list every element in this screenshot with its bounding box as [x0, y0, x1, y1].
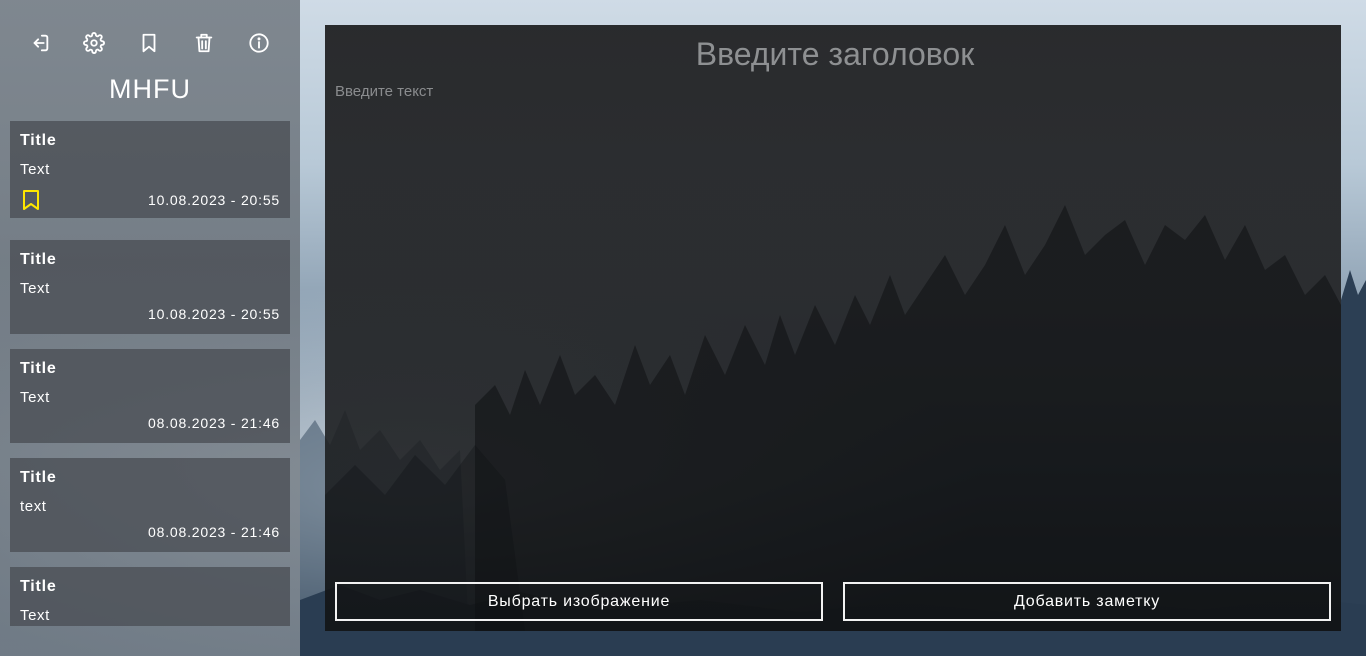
note-card[interactable]: Title text 08.08.2023 - 21:46	[10, 458, 290, 552]
note-editor: Введите текст Выбрать изображение Добави…	[325, 25, 1341, 631]
sidebar: MHFU Title Text 10.08.2023 - 20:55 Title…	[0, 0, 300, 656]
note-title: Title	[20, 132, 57, 149]
bookmarks-button[interactable]	[134, 28, 164, 58]
logout-button[interactable]	[25, 28, 55, 58]
note-text: Text	[20, 607, 50, 624]
note-card[interactable]: Title Text 10.08.2023 - 20:55	[10, 240, 290, 334]
gear-icon	[83, 32, 105, 54]
note-date: 08.08.2023 - 21:46	[148, 415, 280, 431]
settings-button[interactable]	[79, 28, 109, 58]
info-button[interactable]	[244, 28, 274, 58]
note-card[interactable]: Title Text 08.08.2023 - 21:46	[10, 349, 290, 443]
choose-image-button[interactable]: Выбрать изображение	[335, 582, 823, 621]
trash-icon	[195, 33, 213, 53]
delete-button[interactable]	[189, 28, 219, 58]
app-title: MHFU	[109, 74, 191, 104]
logout-icon	[33, 34, 49, 52]
note-title: Title	[20, 251, 57, 268]
add-note-button[interactable]: Добавить заметку	[843, 582, 1331, 621]
note-text: text	[20, 498, 47, 515]
note-date: 08.08.2023 - 21:46	[148, 524, 280, 540]
note-text: Text	[20, 280, 50, 297]
bookmark-icon	[142, 33, 156, 53]
sidebar-toolbar	[0, 28, 300, 58]
note-title: Title	[20, 469, 57, 486]
note-date: 10.08.2023 - 20:55	[148, 192, 280, 208]
note-card[interactable]: Title Text	[10, 567, 290, 626]
info-icon	[249, 33, 269, 53]
note-text: Text	[20, 161, 50, 178]
note-title: Title	[20, 360, 57, 377]
note-text: Text	[20, 389, 50, 406]
text-input[interactable]: Введите текст	[335, 83, 433, 100]
bookmark-icon[interactable]	[22, 189, 40, 211]
editor-background-forest	[325, 205, 1341, 631]
note-title: Title	[20, 578, 57, 595]
title-input[interactable]	[325, 35, 1341, 74]
note-card[interactable]: Title Text 10.08.2023 - 20:55	[10, 121, 290, 218]
note-date: 10.08.2023 - 20:55	[148, 306, 280, 322]
